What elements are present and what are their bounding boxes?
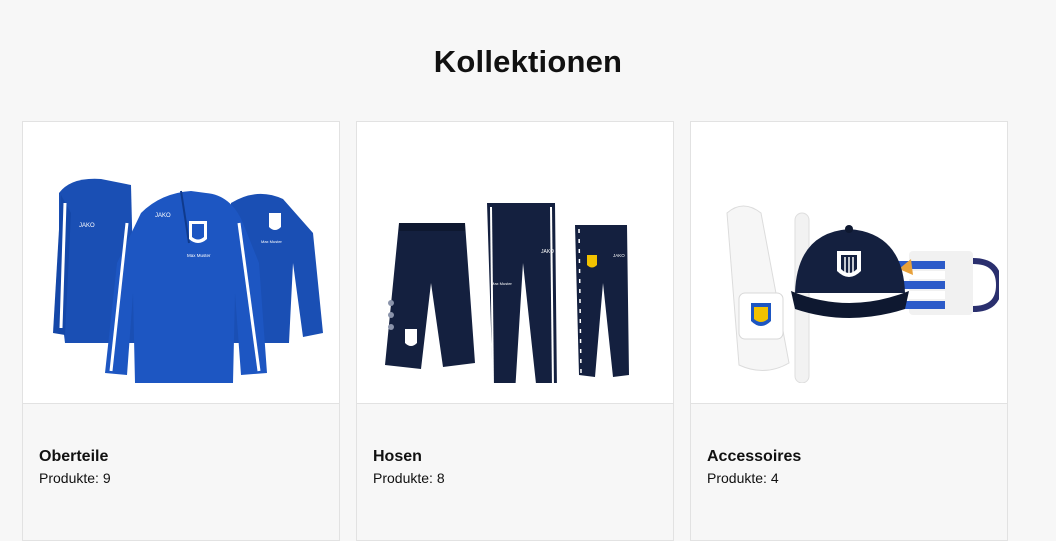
jacket-brand-label: JAKO xyxy=(79,223,95,229)
product-count: Produkte: 4 xyxy=(707,470,779,486)
mug xyxy=(895,250,999,315)
collection-title[interactable]: Oberteile xyxy=(39,448,323,466)
pants-illustration: JAKO Max Muster JAKO xyxy=(385,202,629,383)
jackets-illustration: JAKO Max Muster Max Muster JAKO xyxy=(53,178,323,383)
pants-image[interactable]: JAKO Max Muster JAKO xyxy=(357,122,673,404)
collection-card-accessoires[interactable]: Accessoires Produkte: 4 xyxy=(690,121,1008,541)
product-count: Produkte: 9 xyxy=(39,470,111,486)
jackets-image[interactable]: JAKO Max Muster Max Muster JAKO xyxy=(23,122,339,404)
collection-card-oberteile[interactable]: JAKO Max Muster Max Muster JAKO Oberteil… xyxy=(22,121,340,541)
pants-crest-label: Max Muster xyxy=(491,281,513,286)
collections-grid: JAKO Max Muster Max Muster JAKO Oberteil… xyxy=(22,121,1008,541)
jacket-crest-label: Max Muster xyxy=(261,239,283,244)
card-body: Oberteile Produkte: 9 xyxy=(23,404,339,486)
collection-title[interactable]: Hosen xyxy=(373,448,657,466)
collection-card-hosen[interactable]: JAKO Max Muster JAKO Hosen Produkte: 8 xyxy=(356,121,674,541)
card-body: Accessoires Produkte: 4 xyxy=(691,404,1007,486)
slim-pants-brand-label: JAKO xyxy=(613,253,625,258)
jacket-front-crest-label: Max Muster xyxy=(187,253,211,258)
accessories-image[interactable] xyxy=(691,122,1007,404)
product-count: Produkte: 8 xyxy=(373,470,445,486)
shorts xyxy=(385,222,475,369)
collection-title[interactable]: Accessoires xyxy=(707,448,991,466)
slim-pants: JAKO xyxy=(575,224,629,377)
page-title: Kollektionen xyxy=(433,44,623,79)
jacket-front-brand-label: JAKO xyxy=(155,213,171,219)
pants-brand-label: JAKO xyxy=(541,249,554,255)
accessories-illustration xyxy=(726,205,999,383)
card-body: Hosen Produkte: 8 xyxy=(357,404,673,486)
long-pants: JAKO Max Muster xyxy=(487,202,557,383)
